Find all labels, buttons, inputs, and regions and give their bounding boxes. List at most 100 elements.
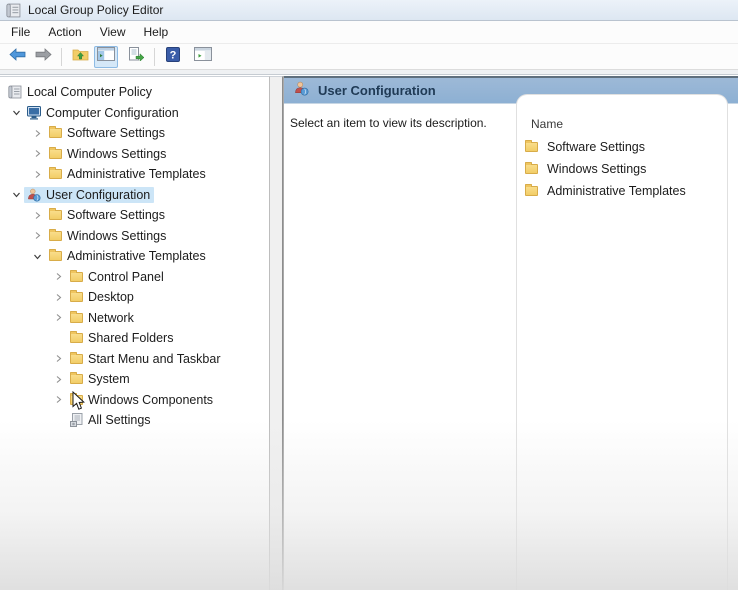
tree-item-core: Control Panel [66,269,168,285]
tree-item-core: Windows Components [66,392,217,408]
tree-item[interactable]: Desktop [0,287,269,308]
tree-item-label: Computer Configuration [46,105,179,120]
svg-text:?: ? [170,49,177,61]
chevron-right-icon[interactable] [29,170,45,179]
folder-icon [47,167,63,180]
help-icon: ? [166,46,180,67]
tree-item-core: Local Computer Policy [5,84,156,100]
chevron-right-icon[interactable] [50,293,66,302]
gpo-icon [7,85,23,99]
tree-item-label: User Configuration [46,187,151,202]
toolbar-separator [154,47,155,66]
console-tree: Local Computer Policy Computer Configurat… [0,82,269,431]
tree-item[interactable]: Local Computer Policy [0,82,269,103]
chevron-right-icon[interactable] [50,375,66,384]
chevron-right-icon[interactable] [50,354,66,363]
tree-item[interactable]: System [0,369,269,390]
window-title: Local Group Policy Editor [28,3,164,17]
show-action-pane-button[interactable] [191,46,215,68]
tree-item-label: Windows Components [88,392,214,407]
chevron-right-icon[interactable] [29,149,45,158]
tree-item-label: Windows Settings [67,228,167,243]
details-pane-title: User Configuration [318,83,436,98]
content-area: Local Computer Policy Computer Configurat… [0,76,738,590]
folder-up-icon [72,47,89,66]
tree-item-core: Computer Configuration [24,105,183,121]
title-bar: Local Group Policy Editor [0,0,738,21]
chevron-right-icon[interactable] [50,395,66,404]
tree-item-label: Start Menu and Taskbar [88,351,221,366]
tree-item[interactable]: Windows Settings [0,226,269,247]
chevron-right-icon[interactable] [29,211,45,220]
tree-item-core: Start Menu and Taskbar [66,351,224,367]
tree-item[interactable]: Control Panel [0,267,269,288]
menu-action[interactable]: Action [39,22,90,42]
help-button[interactable]: ? [161,46,185,68]
tree-item-core: Windows Settings [45,228,170,244]
up-one-level-button[interactable] [68,46,92,68]
tree-item-core: Administrative Templates [45,248,210,264]
list-item[interactable]: Windows Settings [517,158,727,180]
chevron-right-icon[interactable] [29,129,45,138]
details-list-panel: Name Software Settings Windows Settings Ad… [516,94,728,590]
chevron-down-icon[interactable] [8,108,24,117]
tree-item[interactable]: Computer Configuration [0,103,269,124]
tree-item[interactable]: Administrative Templates [0,164,269,185]
tree-item[interactable]: Software Settings [0,205,269,226]
menu-view[interactable]: View [91,22,135,42]
tree-item-label: All Settings [88,413,151,428]
folder-icon [47,126,63,139]
tree-item-core: Network [66,310,138,326]
tree-item[interactable]: Shared Folders [0,328,269,349]
tree-item-label: Windows Settings [67,146,167,161]
folder-icon [68,372,84,385]
menu-help[interactable]: Help [135,22,178,42]
back-button[interactable] [5,46,29,68]
console-tree-pane: Local Computer Policy Computer Configurat… [0,76,270,590]
list-item[interactable]: Administrative Templates [517,180,727,202]
tree-item-label: Software Settings [67,208,165,223]
chevron-right-icon[interactable] [50,313,66,322]
toolbar-separator [61,47,62,66]
action-pane-icon [194,47,212,66]
chevron-down-icon[interactable] [8,190,24,199]
tree-item[interactable]: User Configuration [0,185,269,206]
local-group-policy-editor-window: Local Group Policy Editor File Action Vi… [0,0,738,590]
tree-item-label: Control Panel [88,269,164,284]
console-tree-icon [97,47,115,66]
list-item[interactable]: Software Settings [517,136,727,158]
tree-item[interactable]: Windows Settings [0,144,269,165]
details-list: Software Settings Windows Settings Adminis… [517,136,727,202]
forward-button[interactable] [31,46,55,68]
tree-item-core: All Settings [66,412,155,428]
export-list-button[interactable] [124,46,148,68]
tree-item-label: System [88,372,130,387]
list-item-label: Administrative Templates [547,184,686,198]
arrow-right-icon [35,47,52,66]
folder-icon [68,290,84,303]
chevron-down-icon[interactable] [29,252,45,261]
folder-icon [524,140,539,152]
tree-item[interactable]: Software Settings [0,123,269,144]
folder-icon [47,208,63,221]
tree-item-label: Software Settings [67,126,165,141]
tree-item-core: User Configuration [24,186,155,203]
gpedit-app-icon [6,3,21,18]
tree-item[interactable]: All Settings [0,410,269,431]
tree-item[interactable]: Start Menu and Taskbar [0,349,269,370]
name-column-header[interactable]: Name [531,117,727,131]
toolbar: ? [0,44,738,70]
tree-item[interactable]: Windows Components [0,390,269,411]
folder-icon [68,269,84,282]
menu-file[interactable]: File [2,22,39,42]
folder-icon [47,249,63,262]
menu-bar: File Action View Help [0,21,738,44]
chevron-right-icon[interactable] [29,231,45,240]
tree-item-label: Local Computer Policy [27,85,153,100]
tree-item[interactable]: Administrative Templates [0,246,269,267]
tree-item[interactable]: Network [0,308,269,329]
pane-splitter[interactable] [270,76,283,590]
show-console-tree-button[interactable] [94,45,118,68]
chevron-right-icon[interactable] [50,272,66,281]
user-icon [26,188,42,202]
